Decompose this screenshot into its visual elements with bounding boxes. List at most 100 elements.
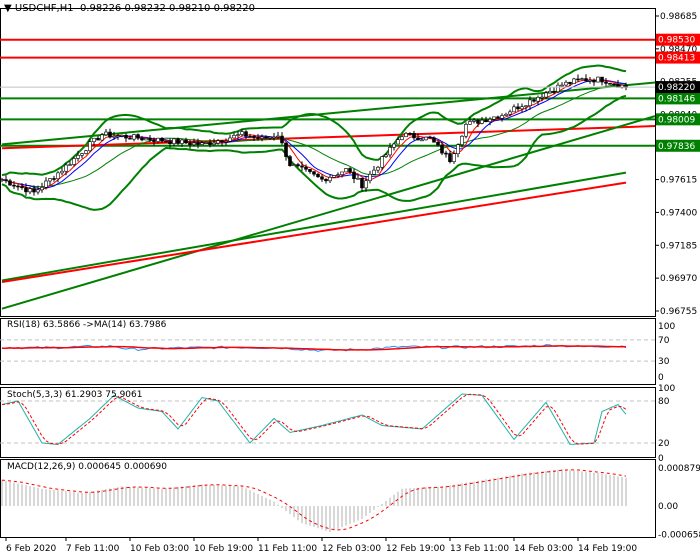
candle-body xyxy=(600,76,604,83)
candle-body xyxy=(568,81,572,84)
candle-body xyxy=(596,76,600,83)
candle-body xyxy=(168,141,172,144)
candle-body xyxy=(64,164,68,172)
candle-body xyxy=(164,140,168,143)
time-axis-label: 14 Feb 19:00 xyxy=(578,544,637,554)
candle-body xyxy=(104,131,108,136)
candle-body xyxy=(532,99,536,102)
rsi-axis-label: 100 xyxy=(658,322,675,332)
candle-body xyxy=(252,136,256,138)
time-axis-label: 12 Feb 03:00 xyxy=(322,544,381,554)
candle-body xyxy=(100,134,104,141)
candle-body xyxy=(412,133,416,139)
candle-body xyxy=(552,90,556,93)
candle-body xyxy=(236,134,240,136)
candle-body xyxy=(520,106,524,110)
candle-body xyxy=(288,156,292,166)
candle-body xyxy=(32,188,36,193)
level-label: 0.98413 xyxy=(658,54,695,64)
candle-body xyxy=(408,133,412,135)
candle-body xyxy=(384,154,388,157)
candle-body xyxy=(276,135,280,138)
usdchf-chart[interactable]: 0.986850.984700.982550.980400.976150.974… xyxy=(0,0,700,560)
candle-body xyxy=(136,134,140,139)
price-axis-label: 0.96970 xyxy=(660,274,697,284)
price-axis-label: 0.97400 xyxy=(660,208,697,218)
candle-body xyxy=(192,142,196,146)
time-axis-label: 10 Feb 03:00 xyxy=(130,544,189,554)
candle-body xyxy=(8,180,12,186)
candle-body xyxy=(360,177,364,189)
rsi-axis-label: 30 xyxy=(658,357,670,367)
candle-body xyxy=(144,138,148,141)
candle-body xyxy=(184,139,188,144)
level-label: 0.98009 xyxy=(658,115,695,125)
candle-body xyxy=(608,83,612,85)
candle-body xyxy=(604,81,608,84)
candle-body xyxy=(88,141,92,152)
candle-body xyxy=(500,115,504,119)
candle-body xyxy=(60,170,64,174)
candle-body xyxy=(572,78,576,84)
time-axis-label: 13 Feb 11:00 xyxy=(450,544,509,554)
candle-body xyxy=(208,142,212,145)
candle-body xyxy=(576,78,580,81)
collapse-triangle-icon[interactable]: ▼ xyxy=(4,3,12,14)
candle-body xyxy=(424,136,428,141)
candle-body xyxy=(392,143,396,148)
candle-body xyxy=(584,78,588,82)
candle-body xyxy=(380,156,384,168)
chart-header: ▼ USDCHF,H1 0.98226 0.98232 0.98210 0.98… xyxy=(4,3,255,14)
time-axis-label: 14 Feb 03:00 xyxy=(514,544,573,554)
level-label: 0.98530 xyxy=(658,36,695,46)
candle-body xyxy=(176,138,180,144)
candle-body xyxy=(232,135,236,139)
candle-body xyxy=(592,79,596,83)
macd-axis-label: 0.00 xyxy=(658,502,678,512)
candle-body xyxy=(316,173,320,178)
candle-body xyxy=(376,166,380,171)
candle-body xyxy=(328,177,332,182)
price-axis-label: 0.97615 xyxy=(660,176,697,186)
candle-body xyxy=(324,178,328,182)
candle-body xyxy=(212,142,216,145)
candle-body xyxy=(332,175,336,178)
candle-body xyxy=(440,144,444,154)
candle-body xyxy=(152,139,156,142)
candle-body xyxy=(220,140,224,143)
candle-body xyxy=(588,79,592,82)
candle-body xyxy=(504,113,508,116)
candle-body xyxy=(492,116,496,120)
time-axis-label: 7 Feb 11:00 xyxy=(66,544,120,554)
candle-body xyxy=(244,131,248,137)
candle-body xyxy=(456,144,460,155)
candle-body xyxy=(12,184,16,187)
candle-body xyxy=(420,139,424,142)
candle-body xyxy=(52,178,56,180)
candle-body xyxy=(300,165,304,168)
candle-body xyxy=(20,186,24,188)
candle-body xyxy=(264,136,268,139)
candle-body xyxy=(560,84,564,87)
price-axis-label: 0.97185 xyxy=(660,241,697,251)
level-label: 0.97836 xyxy=(658,142,695,152)
candle-body xyxy=(240,131,244,135)
candle-body xyxy=(512,106,516,113)
price-axis-label: 0.96755 xyxy=(660,307,697,317)
candle-body xyxy=(224,140,228,143)
candle-body xyxy=(400,136,404,140)
candle-body xyxy=(196,142,200,145)
candle-body xyxy=(536,96,540,102)
candle-body xyxy=(448,153,452,163)
candle-body xyxy=(304,166,308,170)
candle-body xyxy=(40,187,44,191)
candle-body xyxy=(452,153,456,163)
candle-body xyxy=(556,84,560,93)
candle-body xyxy=(112,135,116,138)
candle-body xyxy=(80,153,84,156)
candle-body xyxy=(48,178,52,182)
candle-body xyxy=(548,90,552,94)
open-value: 0.98226 xyxy=(79,3,122,14)
candle-body xyxy=(508,111,512,115)
candle-body xyxy=(36,189,40,193)
